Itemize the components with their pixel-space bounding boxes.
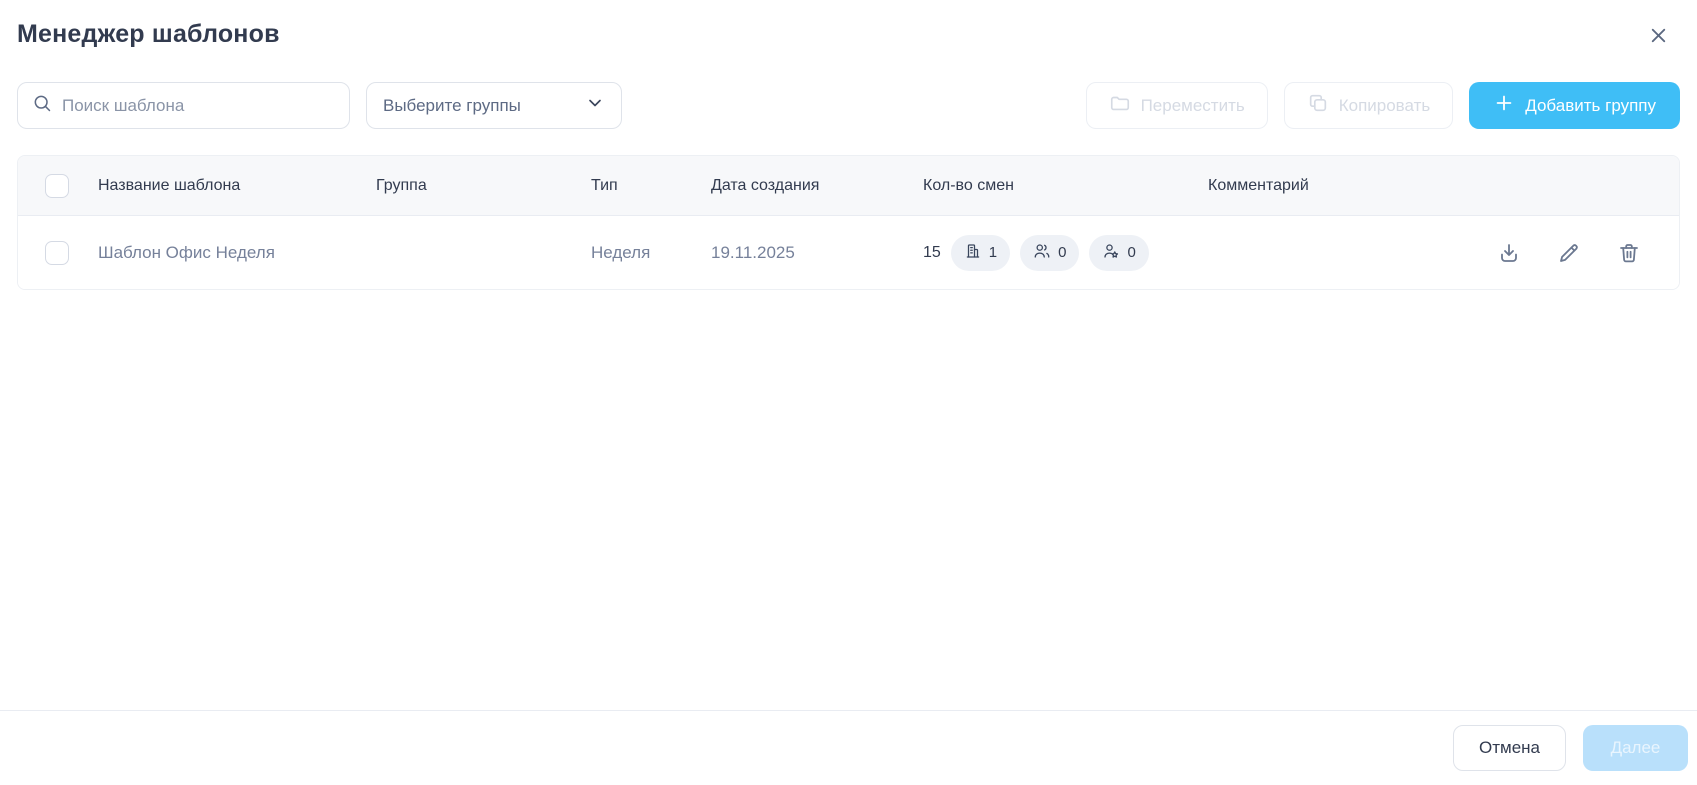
header-comment: Комментарий [1208,177,1479,195]
template-name: Шаблон Офис Неделя [81,243,376,263]
next-button-label: Далее [1611,738,1661,758]
template-manager-modal: Менеджер шаблонов Выберите группы Перем [0,0,1697,785]
search-input[interactable] [62,96,335,116]
header-shifts: Кол-во смен [923,177,1208,195]
preferred-employees-count: 0 [1127,244,1135,261]
delete-button[interactable] [1617,241,1641,265]
shifts-count: 15 [923,244,941,262]
employees-count: 0 [1058,244,1066,261]
folder-icon [1109,92,1131,119]
add-group-button-label: Добавить группу [1525,96,1656,116]
template-type: Неделя [591,243,711,263]
templates-table: Название шаблона Группа Тип Дата создани… [17,155,1680,290]
row-checkbox-cell [18,241,81,265]
move-button-label: Переместить [1141,96,1245,116]
pencil-icon [1557,253,1581,268]
building-icon [964,242,982,264]
copy-button-label: Копировать [1339,96,1431,116]
departments-count: 1 [989,244,997,261]
close-icon [1647,35,1670,50]
copy-icon [1307,92,1329,119]
row-checkbox[interactable] [45,241,69,265]
preferred-employees-badge: 0 [1089,235,1148,271]
header-checkbox-cell [18,174,81,198]
departments-badge: 1 [951,235,1010,271]
plus-icon [1493,92,1515,119]
template-shifts-cell: 15 1 0 0 [923,235,1208,271]
template-created-date: 19.11.2025 [711,243,923,263]
trash-icon [1617,253,1641,268]
row-actions [1479,241,1679,265]
cancel-button[interactable]: Отмена [1453,725,1566,771]
users-icon [1033,242,1051,264]
select-all-checkbox[interactable] [45,174,69,198]
group-select-label: Выберите группы [383,96,521,116]
chevron-down-icon [585,93,605,118]
next-button[interactable]: Далее [1583,725,1688,771]
group-select-dropdown[interactable]: Выберите группы [366,82,622,129]
user-star-icon [1102,242,1120,264]
toolbar: Выберите группы Переместить Копировать Д… [17,82,1680,129]
cancel-button-label: Отмена [1479,738,1540,758]
download-icon [1497,253,1521,268]
header-type: Тип [591,177,711,195]
search-icon [32,93,52,118]
template-search [17,82,350,129]
header-group: Группа [376,177,591,195]
download-button[interactable] [1497,241,1521,265]
table-header-row: Название шаблона Группа Тип Дата создани… [18,156,1679,216]
add-group-button[interactable]: Добавить группу [1469,82,1680,129]
close-button[interactable] [1643,20,1674,54]
page-title: Менеджер шаблонов [17,20,280,49]
modal-titlebar: Менеджер шаблонов [17,0,1680,54]
copy-button[interactable]: Копировать [1284,82,1454,129]
header-name: Название шаблона [81,177,376,195]
edit-button[interactable] [1557,241,1581,265]
header-created: Дата создания [711,177,923,195]
modal-footer: Отмена Далее [0,710,1697,785]
employees-badge: 0 [1020,235,1079,271]
table-row: Шаблон Офис Неделя Неделя 19.11.2025 15 … [18,216,1679,289]
move-button[interactable]: Переместить [1086,82,1268,129]
